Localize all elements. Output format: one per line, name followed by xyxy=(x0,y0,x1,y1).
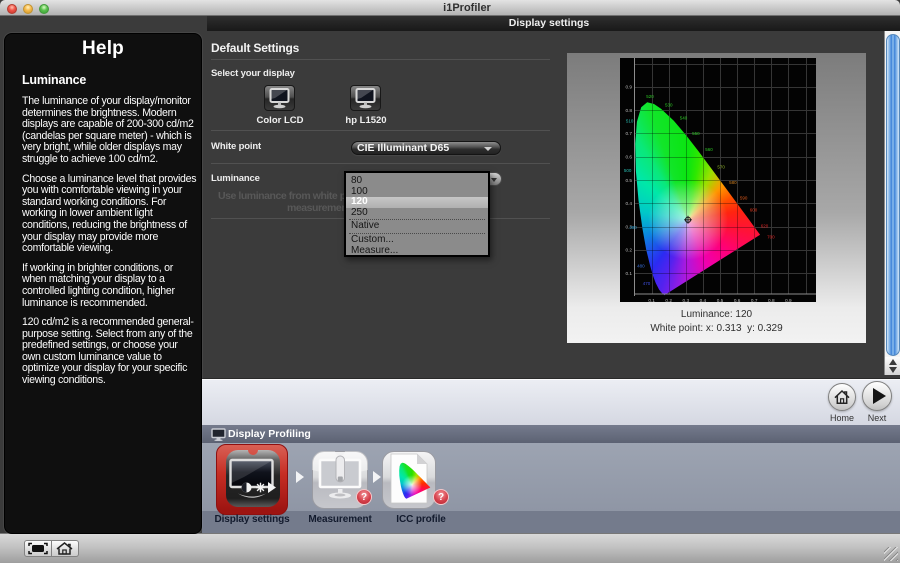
svg-text:0.8: 0.8 xyxy=(768,298,775,302)
svg-text:0.2: 0.2 xyxy=(665,298,672,302)
svg-text:600: 600 xyxy=(750,208,758,213)
svg-text:530: 530 xyxy=(665,103,673,108)
svg-text:570: 570 xyxy=(717,164,725,169)
svg-text:0.3: 0.3 xyxy=(683,298,690,302)
svg-text:0.5: 0.5 xyxy=(625,178,632,183)
svg-text:0.5: 0.5 xyxy=(717,298,724,302)
svg-text:0.7: 0.7 xyxy=(751,298,758,302)
svg-text:520: 520 xyxy=(646,94,654,99)
svg-text:0.6: 0.6 xyxy=(734,298,741,302)
svg-text:0.9: 0.9 xyxy=(785,298,792,302)
svg-text:560: 560 xyxy=(705,147,713,152)
svg-text:0.1: 0.1 xyxy=(625,271,632,276)
svg-text:0.9: 0.9 xyxy=(625,85,632,90)
svg-text:0.7: 0.7 xyxy=(625,131,632,136)
svg-text:0.2: 0.2 xyxy=(625,248,632,253)
svg-text:0.4: 0.4 xyxy=(700,298,707,302)
svg-text:480: 480 xyxy=(637,264,645,269)
svg-text:0.6: 0.6 xyxy=(625,155,632,160)
svg-text:590: 590 xyxy=(740,196,748,201)
svg-text:490: 490 xyxy=(629,225,637,230)
svg-text:510: 510 xyxy=(626,119,634,124)
svg-text:550: 550 xyxy=(692,131,700,136)
svg-text:580: 580 xyxy=(729,180,737,185)
svg-text:700: 700 xyxy=(767,235,775,240)
svg-text:540: 540 xyxy=(680,116,688,121)
svg-text:500: 500 xyxy=(624,168,632,173)
svg-text:0.1: 0.1 xyxy=(648,298,655,302)
svg-text:620: 620 xyxy=(761,224,769,229)
svg-text:0.4: 0.4 xyxy=(625,201,632,206)
svg-text:0.8: 0.8 xyxy=(625,108,632,113)
svg-text:470: 470 xyxy=(643,281,651,286)
